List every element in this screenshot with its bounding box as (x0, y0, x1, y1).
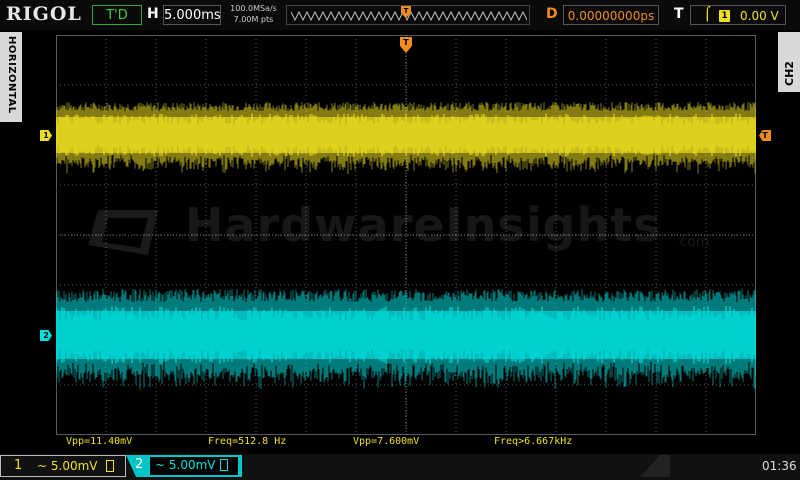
acquisition-info: 100.0MSa/s 7.00M pts (226, 3, 281, 25)
horizontal-tab-label: HORIZONTAL (6, 36, 17, 114)
measurement-freq-ch1: Freq=512.8 Hz (208, 436, 287, 447)
watermark-suffix: .com (675, 234, 710, 250)
ch2-scale-value: 5.00mV (168, 458, 216, 472)
trigger-settings[interactable]: ⌠ 1 0.00 V (690, 5, 786, 25)
ch1-scale-value: 5.00mV (50, 459, 98, 473)
trigger-position-glyph: T (403, 38, 409, 47)
ch2-offset-marker[interactable]: 2 (40, 330, 52, 341)
delay-label: D (546, 6, 558, 22)
horizontal-label: H (147, 6, 159, 22)
ch1-scale: ~ 5.00mV (37, 459, 98, 473)
ch2-coupling-icon: ~ (155, 458, 166, 472)
ch2-number: 2 (135, 457, 144, 472)
clock: 01:36 (762, 459, 797, 473)
ch2-menu-tab[interactable]: CH2 (778, 32, 800, 92)
ch2-tab-label: CH2 (783, 61, 796, 86)
ch2-waveform (56, 289, 756, 390)
ch1-number: 1 (14, 458, 23, 473)
ch1-coupling-icon: ~ (37, 459, 48, 473)
watermark-text: HardwareInsights (185, 198, 662, 252)
ch1-offset-marker[interactable]: 1 (40, 130, 52, 141)
rising-edge-icon: ⌠ (704, 7, 711, 22)
memory-depth: 7.00M pts (233, 15, 274, 24)
trigger-position-marker[interactable]: T (400, 37, 412, 57)
ch1-settings[interactable]: 1 ~ 5.00mV (0, 455, 126, 477)
sample-rate: 100.0MSa/s (230, 4, 277, 13)
watermark-logo (88, 200, 168, 264)
horizontal-menu-tab[interactable]: HORIZONTAL (0, 32, 22, 122)
memory-trigger-pos-icon: T (401, 3, 411, 22)
measurement-freq-ch2: Freq>6.667kHz (494, 436, 573, 447)
ch1-bandwidth-icon (106, 460, 114, 472)
measurement-vpp-ch2: Vpp=7.600mV (353, 436, 420, 447)
timebase-value[interactable]: 5.000ms (163, 5, 221, 25)
trigger-delay-value[interactable]: 0.00000000ps (563, 5, 659, 25)
ch2-scale: ~ 5.00mV (155, 458, 216, 472)
svg-text:T: T (404, 7, 409, 15)
brand-logo: RIGOL (6, 3, 82, 25)
measurement-vpp-ch1: Vpp=11.40mV (66, 436, 133, 447)
ch2-bandwidth-icon (220, 459, 228, 471)
trigger-level-value: 0.00 V (740, 9, 779, 23)
trigger-source-badge: 1 (719, 10, 730, 22)
trigger-level-marker[interactable]: T (759, 130, 771, 141)
run-status-indicator[interactable]: T'D (92, 5, 142, 25)
trigger-label: T (674, 6, 684, 22)
